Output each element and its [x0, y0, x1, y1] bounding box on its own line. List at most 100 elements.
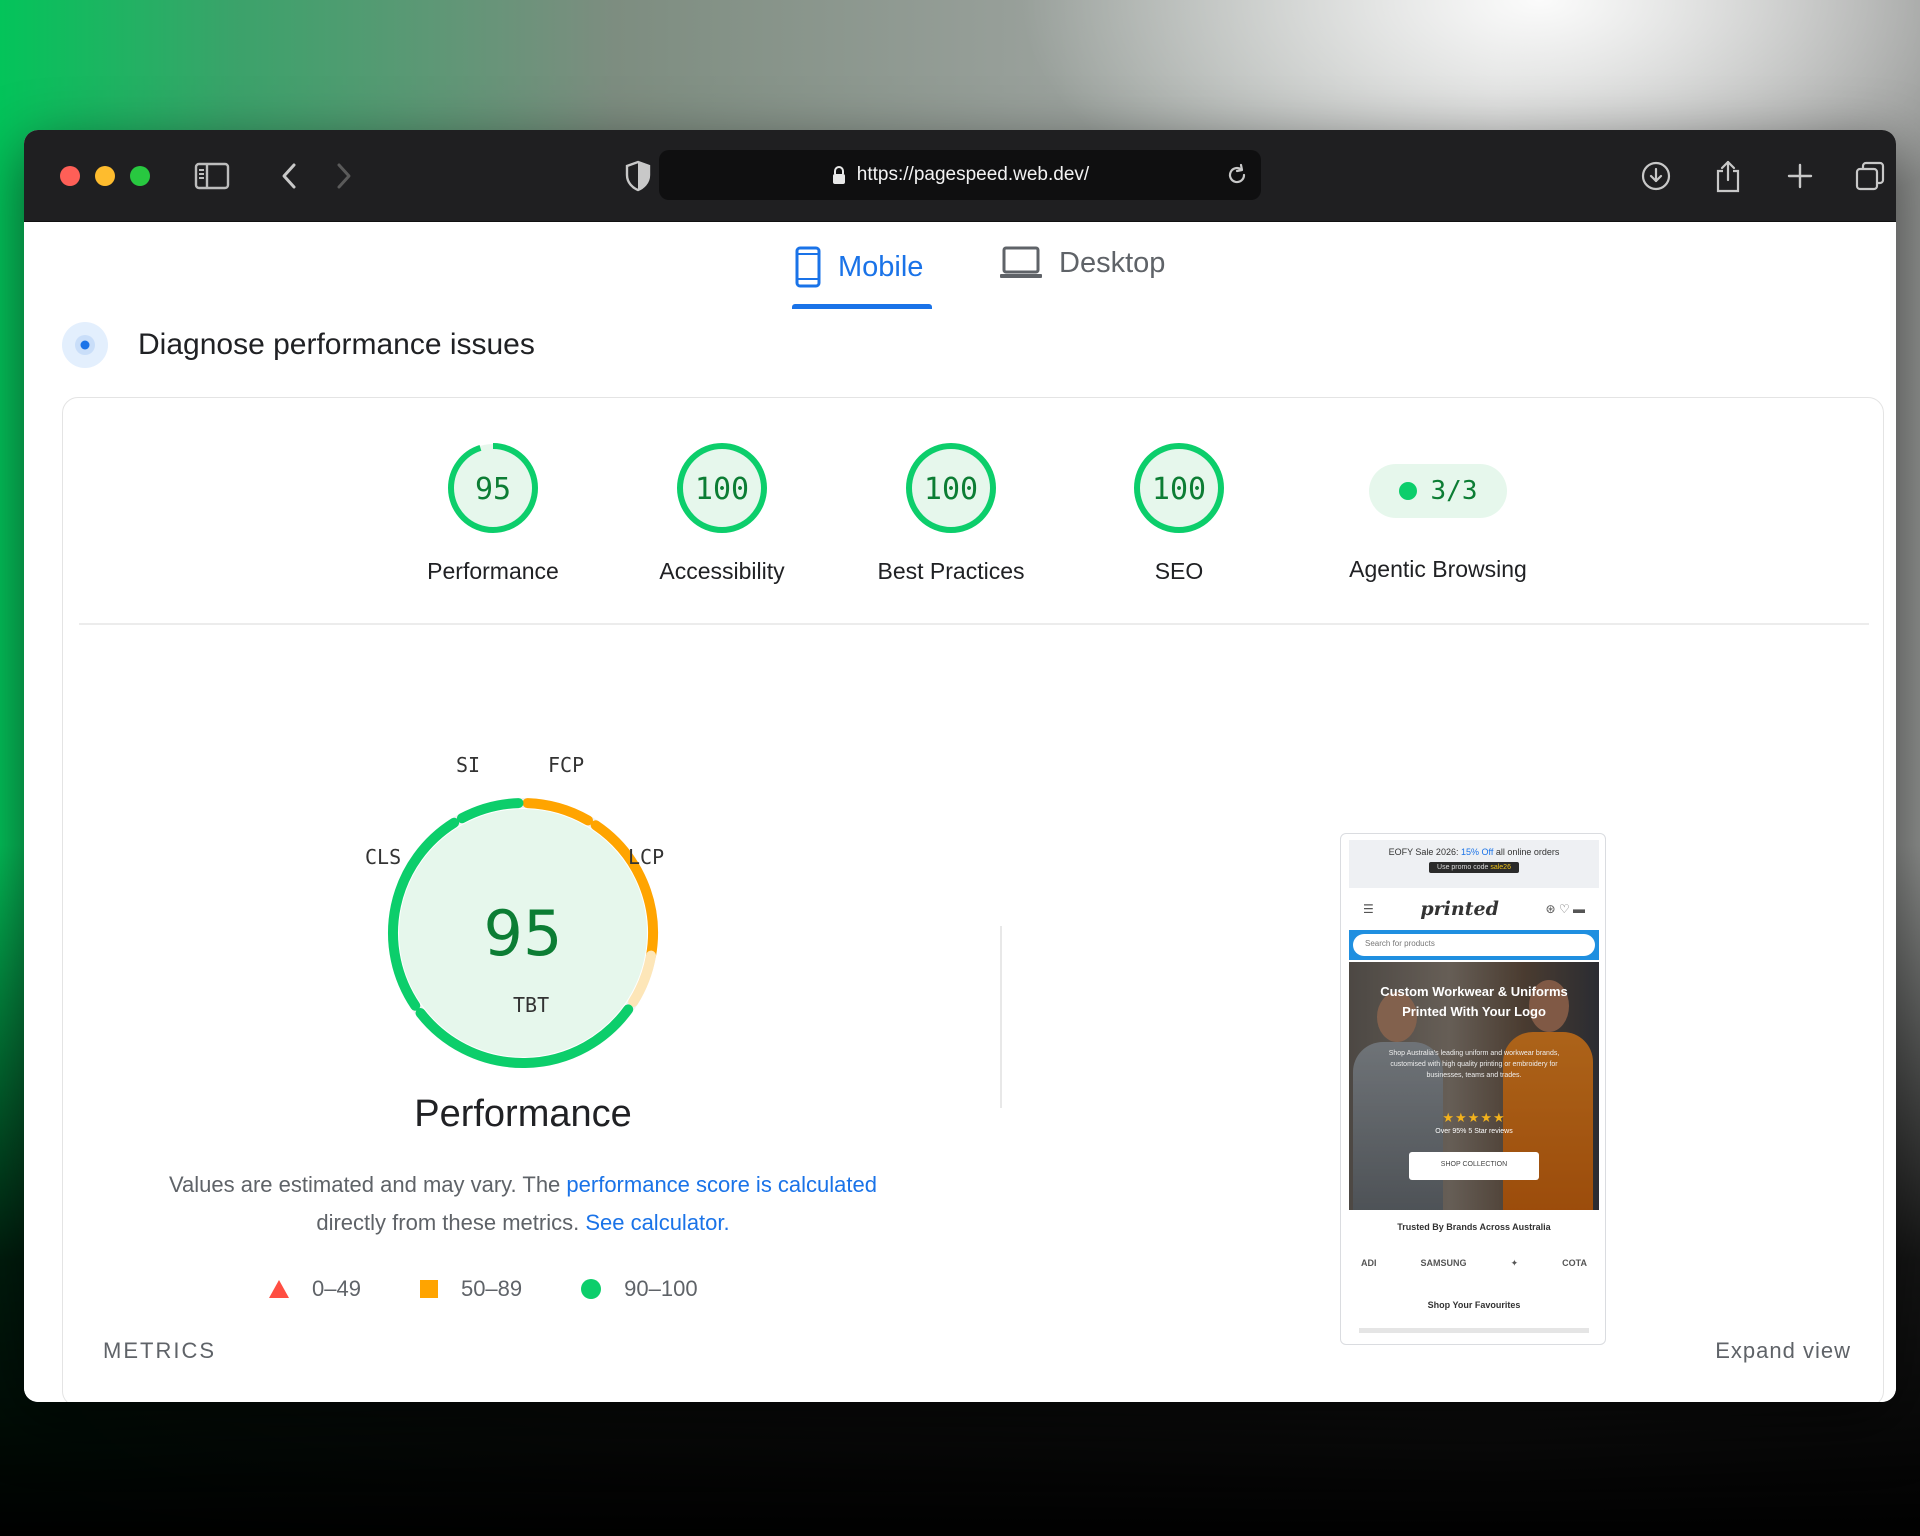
tab-overview-icon[interactable] [1850, 156, 1890, 196]
browser-toolbar: https://pagespeed.web.dev/ [24, 130, 1896, 222]
triangle-icon [268, 1279, 290, 1299]
page-title: Diagnose performance issues [138, 328, 535, 361]
note-text-1: Values are estimated and may vary. The [168, 1172, 567, 1197]
metric-ring: 95 [388, 798, 658, 1068]
reload-icon[interactable] [1225, 163, 1249, 193]
thumb-search-input: Search for products [1353, 934, 1595, 956]
address-bar[interactable]: https://pagespeed.web.dev/ [659, 150, 1261, 200]
thumb-promo-code: sale26 [1490, 864, 1511, 871]
thumb-brand: ADI [1361, 1258, 1377, 1268]
thumb-menu-icon: ☰ [1363, 902, 1374, 916]
circle-icon [580, 1278, 602, 1300]
legend-average: 50–89 [419, 1276, 522, 1302]
gauge-score: 100 [695, 472, 749, 507]
score-legend: 0–49 50–89 90–100 [268, 1276, 756, 1302]
forward-icon[interactable] [324, 156, 364, 196]
gauge-ring: 100 [677, 443, 767, 533]
thumb-nav: ☰ printed ⊛ ♡ ▬ [1349, 894, 1599, 924]
thumb-promo-prefix: Use promo code [1437, 864, 1489, 871]
gauge-accessibility[interactable]: 100 Accessibility [622, 440, 822, 585]
tab-desktop-label: Desktop [1059, 246, 1166, 279]
browser-window: https://pagespeed.web.dev/ Mobile Deskto… [24, 130, 1896, 1402]
phone-icon [794, 246, 822, 288]
zoom-window-button[interactable] [130, 166, 150, 186]
legend-poor: 0–49 [268, 1276, 361, 1302]
gauge-ring: 100 [1134, 443, 1224, 533]
gauge-agentic-browsing[interactable]: 3/3 Agentic Browsing [1298, 440, 1578, 583]
pass-dot-icon [1398, 482, 1417, 500]
thumb-hero-sub: Shop Australia's leading uniform and wor… [1388, 1050, 1560, 1079]
legend-average-label: 50–89 [460, 1276, 523, 1301]
thumb-stars: ★★★★★ [1442, 1110, 1506, 1125]
gauge-score: 100 [1152, 472, 1206, 507]
metric-label-fcp: FCP [548, 753, 585, 777]
metric-label-cls: CLS [365, 845, 402, 869]
agentic-value: 3/3 [1430, 476, 1478, 506]
new-tab-icon[interactable] [1780, 156, 1820, 196]
gauge-seo[interactable]: 100 SEO [1079, 440, 1279, 585]
thumb-hero: Custom Workwear & Uniforms Printed With … [1349, 962, 1599, 1210]
score-calculated-link[interactable]: performance score is calculated [566, 1172, 877, 1197]
legend-poor-label: 0–49 [312, 1276, 361, 1301]
thumb-banner-text: EOFY Sale 2026: [1388, 847, 1459, 857]
expand-view-button[interactable]: Expand view [1715, 1338, 1851, 1364]
privacy-shield-icon[interactable] [618, 156, 658, 196]
performance-score: 95 [484, 897, 563, 970]
score-gauges: 95 Performance 100 Accessibility 100 Bes… [63, 398, 1883, 628]
active-tab-indicator [792, 304, 932, 309]
gauge-label: Agentic Browsing [1349, 556, 1527, 582]
square-icon [419, 1279, 439, 1299]
thumb-reviews: Over 95% 5 Star reviews [1435, 1128, 1513, 1135]
diagnose-icon [62, 322, 108, 368]
thumb-brands: ADI SAMSUNG ✦ COTA [1361, 1258, 1587, 1269]
thumb-cart-icons: ⊛ ♡ ▬ [1545, 902, 1585, 916]
share-icon[interactable] [1708, 156, 1748, 196]
gauge-best-practices[interactable]: 100 Best Practices [851, 440, 1051, 585]
thumb-trusted: Trusted By Brands Across Australia [1397, 1222, 1551, 1232]
gauge-ring: 100 [906, 443, 996, 533]
back-icon[interactable] [269, 156, 309, 196]
metrics-heading: METRICS [103, 1338, 216, 1363]
metric-label-si: SI [456, 753, 481, 777]
gauge-score: 100 [924, 472, 978, 507]
downloads-icon[interactable] [1636, 156, 1676, 196]
estimate-note: Values are estimated and may vary. The p… [133, 1166, 913, 1242]
see-calculator-link[interactable]: See calculator. [585, 1210, 729, 1235]
thumb-banner-rest: all online orders [1495, 847, 1560, 857]
thumb-banner-offer: 15% Off [1460, 847, 1494, 857]
metric-label-lcp: LCP [628, 845, 665, 869]
tab-mobile[interactable]: Mobile [794, 246, 923, 288]
diagnose-header: Diagnose performance issues [62, 322, 535, 368]
note-text-2: directly from these metrics. [316, 1210, 586, 1235]
url-text: https://pagespeed.web.dev/ [856, 164, 1090, 185]
laptop-icon [999, 246, 1043, 280]
thumb-bar [1359, 1328, 1589, 1333]
thumb-favourites: Shop Your Favourites [1427, 1300, 1521, 1310]
gauge-label: SEO [1154, 558, 1204, 584]
performance-metric-gauge: 95 SI FCP LCP CLS TBT [343, 753, 703, 1113]
thumb-search: Search for products [1349, 930, 1599, 960]
legend-good-label: 90–100 [624, 1276, 698, 1301]
tab-desktop[interactable]: Desktop [999, 246, 1165, 280]
gauge-label: Best Practices [877, 558, 1025, 584]
page-screenshot-thumbnail: EOFY Sale 2026: 15% Off all online order… [1340, 833, 1606, 1345]
legend-good: 90–100 [580, 1276, 698, 1302]
tab-mobile-label: Mobile [838, 250, 924, 283]
gauge-performance[interactable]: 95 Performance [393, 440, 593, 585]
sidebar-toggle-icon[interactable] [192, 156, 232, 196]
divider [79, 623, 1869, 625]
minimize-window-button[interactable] [95, 166, 115, 186]
lock-icon [831, 165, 847, 185]
thumb-cta: SHOP COLLECTION [1409, 1152, 1539, 1180]
thumb-logo: printed [1420, 898, 1499, 920]
performance-title: Performance [414, 1093, 632, 1135]
thumb-banner: EOFY Sale 2026: 15% Off all online order… [1349, 840, 1599, 888]
vertical-divider [1000, 926, 1002, 1108]
gauge-label: Accessibility [659, 558, 785, 584]
thumb-brand: COTA [1562, 1258, 1587, 1268]
thumb-brand: ✦ [1510, 1258, 1519, 1268]
close-window-button[interactable] [60, 166, 80, 186]
metric-label-tbt: TBT [513, 993, 550, 1017]
gauge-label: Performance [427, 558, 559, 584]
page-content: Mobile Desktop Diagnose performance issu… [24, 222, 1896, 1402]
